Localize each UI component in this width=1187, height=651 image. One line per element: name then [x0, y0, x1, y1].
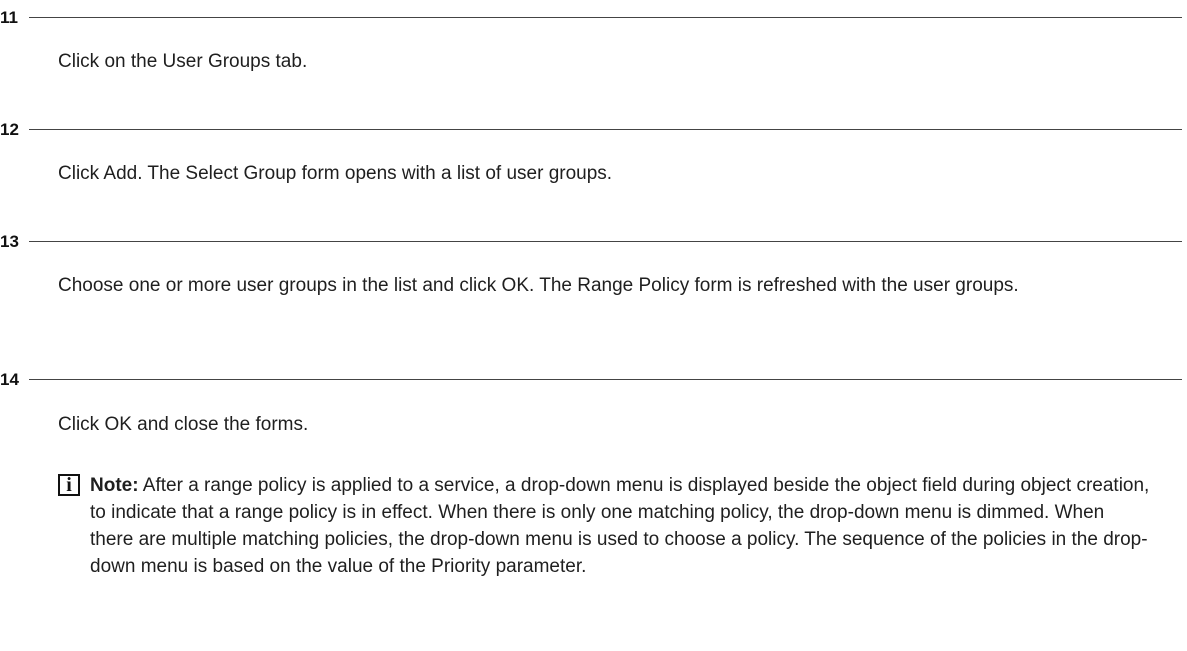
step-text: Click on the User Groups tab.	[58, 51, 308, 72]
step-header: 11	[0, 8, 1187, 28]
step-number: 12	[0, 120, 19, 139]
step-text: Click Add. The Select Group form opens w…	[58, 163, 613, 184]
divider	[29, 379, 1182, 380]
note-text: Note: After a range policy is applied to…	[90, 472, 1150, 580]
divider	[29, 241, 1182, 242]
step-text: Choose one or more user groups in the li…	[58, 275, 1019, 296]
divider	[29, 17, 1182, 18]
note-body: After a range policy is applied to a ser…	[90, 475, 1150, 577]
note-label: Note:	[90, 475, 139, 496]
step-text: Click OK and close the forms.	[58, 414, 309, 435]
step-number: 14	[0, 370, 19, 389]
step-number: 11	[0, 8, 18, 27]
step-header: 14	[0, 370, 1187, 390]
divider	[29, 129, 1182, 130]
step-number: 13	[0, 232, 19, 251]
step-header: 12	[0, 120, 1187, 140]
step-header: 13	[0, 232, 1187, 252]
info-icon: i	[58, 474, 80, 496]
